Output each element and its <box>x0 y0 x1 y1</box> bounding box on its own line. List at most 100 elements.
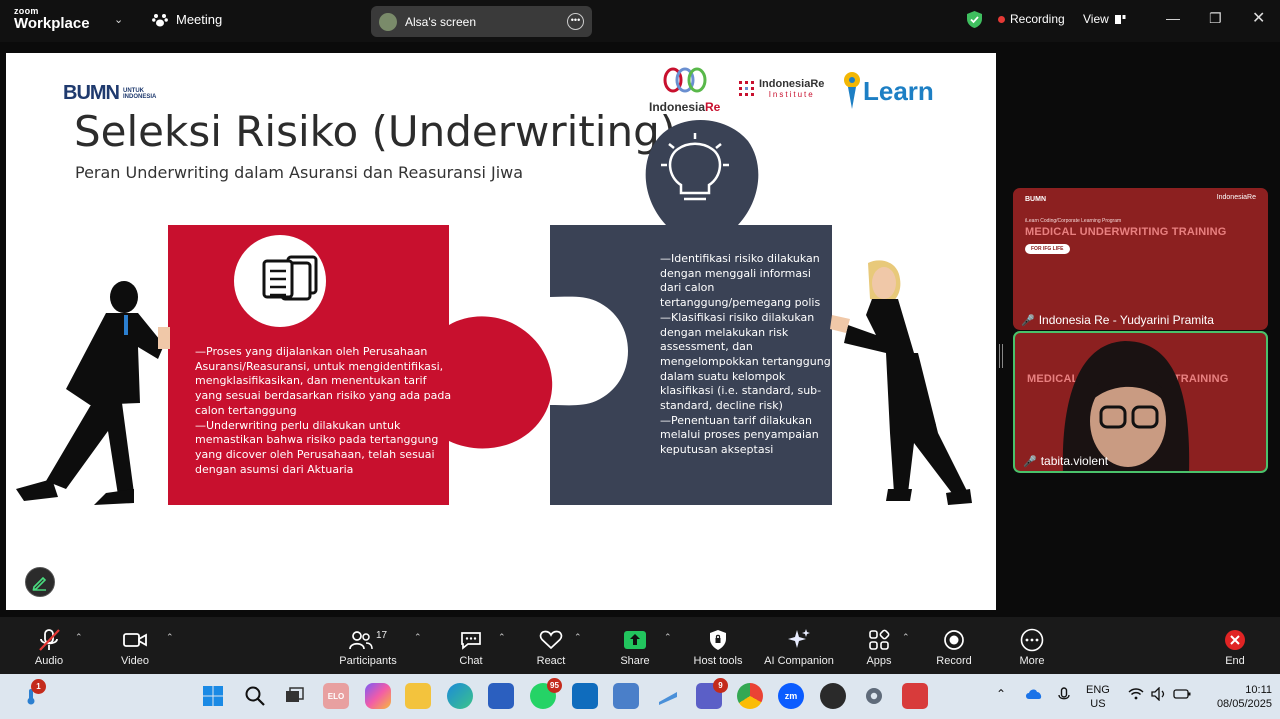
wifi-icon[interactable] <box>1128 688 1144 719</box>
meeting-menu[interactable]: Meeting <box>152 12 222 27</box>
battery-icon[interactable] <box>1173 688 1191 719</box>
businessman-figure <box>16 281 170 505</box>
shared-screen-pill[interactable]: Alsa's screen ••• <box>371 6 592 37</box>
security-shield-icon[interactable] <box>966 10 983 29</box>
onedrive-icon[interactable] <box>1025 688 1043 719</box>
host-tools-button[interactable]: Host tools <box>688 627 748 667</box>
host-tools-label: Host tools <box>693 655 743 667</box>
panel-resize-handle[interactable] <box>999 344 1003 368</box>
left-line: memastikan bahwa risiko pada tertanggung <box>195 433 439 447</box>
right-line: mengelompokkan tertanggung <box>660 354 831 368</box>
start-icon[interactable] <box>200 683 226 709</box>
record-icon <box>944 630 964 650</box>
right-line: dengan melakukan risk <box>660 325 789 339</box>
video-tile-1[interactable]: BUMN IndonesiaRe iLearn Coding/Corporate… <box>1013 188 1268 330</box>
react-button[interactable]: React <box>530 627 572 667</box>
ai-companion-label: AI Companion <box>764 655 834 667</box>
calculator-icon[interactable] <box>613 683 639 709</box>
chat-options-icon[interactable]: ⌃ <box>498 632 506 643</box>
chat-button[interactable]: Chat <box>450 627 492 667</box>
right-line: klasifikasi (i.e. standard, sub- <box>660 384 822 398</box>
language-indicator[interactable]: ENG US <box>1086 683 1110 719</box>
heart-icon <box>539 630 563 650</box>
ruler-icon[interactable] <box>655 683 681 709</box>
microphone-icon[interactable] <box>1058 687 1070 719</box>
audio-button[interactable]: Audio <box>26 627 72 667</box>
media-player-icon[interactable] <box>820 683 846 709</box>
paw-icon <box>152 13 168 26</box>
zoom-app-icon[interactable]: zm <box>778 683 804 709</box>
windows-taskbar: 1 ELO 95 9 zm ⌃ ENG US 10:11 08/05/2025 <box>0 674 1280 719</box>
apps-button[interactable]: Apps <box>858 627 900 667</box>
shared-screen-label: Alsa's screen <box>405 14 476 29</box>
more-button[interactable]: More <box>1012 627 1052 667</box>
muted-mic-icon: 🎤 <box>1023 455 1037 468</box>
whatsapp-icon[interactable]: 95 <box>530 678 562 709</box>
file-explorer-icon[interactable] <box>405 683 431 709</box>
avatar <box>379 12 397 31</box>
view-button[interactable]: View <box>1083 12 1126 26</box>
left-line: Asuransi/Reasuransi, untuk mengidentifik… <box>195 359 444 373</box>
video-options-icon[interactable]: ⌃ <box>166 632 174 643</box>
left-line: —Proses yang dijalankan oleh Perusahaan <box>195 345 428 358</box>
copilot-icon[interactable] <box>365 683 391 709</box>
video-camera-icon <box>123 633 147 647</box>
zoom-workplace-logo[interactable]: zoom Workplace <box>14 7 90 32</box>
chrome-icon[interactable] <box>737 683 763 709</box>
close-icon[interactable]: ✕ <box>1252 8 1265 28</box>
clock[interactable]: 10:11 08/05/2025 <box>1200 683 1272 719</box>
more-label: More <box>1019 655 1045 667</box>
maximize-icon[interactable]: ❐ <box>1209 10 1222 27</box>
volume-icon[interactable] <box>1151 686 1167 719</box>
search-icon[interactable] <box>242 683 268 709</box>
minimize-icon[interactable]: — <box>1166 10 1180 26</box>
snipping-tool-icon[interactable] <box>902 683 928 709</box>
participant-name-label: Indonesia Re - Yudyarini Pramita <box>1038 313 1214 327</box>
recording-dot-icon <box>998 15 1005 23</box>
end-button[interactable]: End <box>1218 627 1252 667</box>
language-line1: ENG <box>1086 684 1110 696</box>
outlook-icon[interactable] <box>572 683 598 709</box>
more-options-icon[interactable]: ••• <box>567 13 584 30</box>
participant-name-label: tabita.violent <box>1040 454 1109 468</box>
annotate-button[interactable] <box>25 567 55 597</box>
react-options-icon[interactable]: ⌃ <box>574 632 582 643</box>
participants-options-icon[interactable]: ⌃ <box>414 632 422 643</box>
share-screen-icon <box>624 631 646 649</box>
businesswoman-figure <box>830 260 972 505</box>
end-label: End <box>1225 655 1245 667</box>
audio-options-icon[interactable]: ⌃ <box>75 632 83 643</box>
recording-indicator[interactable]: Recording <box>998 12 1065 26</box>
participants-icon <box>349 631 373 650</box>
chevron-down-icon[interactable]: ⌄ <box>114 13 123 26</box>
video-tile-2[interactable]: MEDICAL UNDERWRITING TRAINING 🎤 tabita.v… <box>1013 331 1268 473</box>
muted-mic-icon: 🎤 <box>1021 314 1035 327</box>
language-line2: US <box>1090 698 1106 710</box>
participant-video <box>1053 333 1193 471</box>
participants-button[interactable]: 17 Participants <box>336 627 400 668</box>
store-icon[interactable] <box>488 683 514 709</box>
edge-browser-icon[interactable] <box>447 683 473 709</box>
pencil-icon <box>32 576 47 591</box>
widgets-icon[interactable]: 1 <box>18 679 46 709</box>
left-line: yang dicover oleh Perusahaan, telah sesu… <box>195 447 435 461</box>
teams-icon[interactable]: 9 <box>696 678 728 709</box>
settings-gear-icon[interactable] <box>861 683 887 709</box>
task-view-icon[interactable] <box>281 683 307 709</box>
right-line: dari calon <box>660 281 715 295</box>
apps-label: Apps <box>866 655 892 667</box>
audio-label: Audio <box>34 655 64 667</box>
view-label: View <box>1083 12 1109 26</box>
share-options-icon[interactable]: ⌃ <box>664 632 672 643</box>
video-button[interactable]: Video <box>112 627 158 667</box>
tray-chevron-up-icon[interactable]: ⌃ <box>996 687 1006 719</box>
participant-name: 🎤 Indonesia Re - Yudyarini Pramita <box>1021 313 1214 327</box>
apps-options-icon[interactable]: ⌃ <box>902 632 910 643</box>
ai-companion-button[interactable]: AI Companion <box>760 627 838 667</box>
right-piece-text: —Identifikasi risiko dilakukan dengan me… <box>660 252 831 458</box>
clock-date: 08/05/2025 <box>1216 698 1272 710</box>
elo-app-icon[interactable]: ELO <box>323 683 349 709</box>
share-button[interactable]: Share <box>614 627 656 667</box>
record-button[interactable]: Record <box>932 627 976 667</box>
participant-name: 🎤 tabita.violent <box>1023 454 1108 468</box>
